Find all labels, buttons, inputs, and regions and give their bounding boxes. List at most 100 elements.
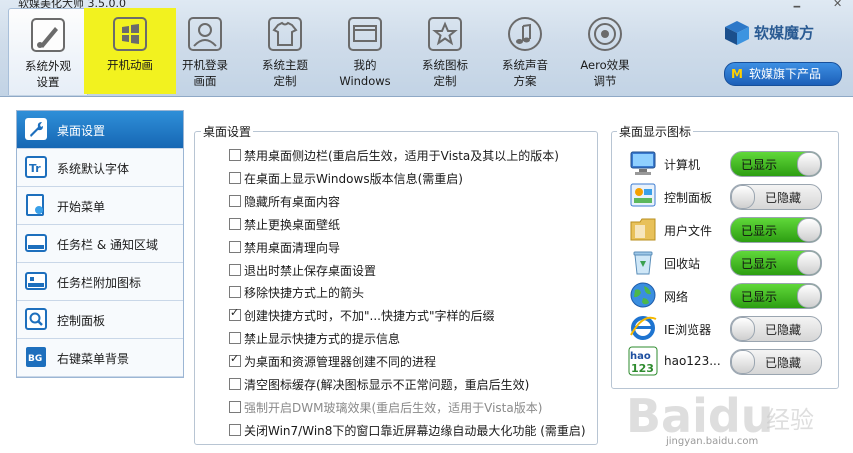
toggle-knob [797, 284, 821, 308]
desktop-icon-name: 网络 [664, 290, 689, 304]
option-checkbox[interactable] [229, 194, 241, 207]
recycle-bin-icon [633, 251, 653, 275]
network-globe-icon [630, 282, 656, 308]
desktop-icon-row: 回收站 已显示 [628, 247, 828, 277]
music-note-icon [508, 17, 542, 51]
option-label: 禁用桌面侧边栏(重启后生效，适用于Vista及其以上的版本) [244, 149, 559, 163]
tool-my-windows[interactable]: 我的 Windows [326, 8, 404, 94]
toggle-label: 已隐藏 [765, 323, 802, 337]
svg-text:经验: 经验 [766, 406, 814, 434]
nav-label: 开始菜单 [57, 200, 106, 214]
option-checkbox[interactable] [229, 378, 241, 390]
magnifier-icon [25, 308, 47, 330]
toggle-knob [797, 251, 821, 275]
bg-icon: BG [26, 347, 46, 367]
option-checkbox[interactable] [229, 286, 241, 299]
desktop-icon-name: 回收站 [664, 257, 701, 271]
star-icon [428, 17, 462, 51]
tool-system-appearance[interactable]: 系统外观 设置 [8, 8, 88, 95]
toggle-label: 已显示 [741, 257, 778, 271]
desktop-icon-name: IE浏览器 [664, 323, 712, 337]
nav-item-context-menu-bg[interactable]: BG 右键菜单背景 [17, 339, 183, 377]
tool-theme[interactable]: 系统主题 定制 [246, 8, 324, 94]
toggle-label: 已隐藏 [765, 191, 802, 205]
nav-item-taskbar-notify[interactable]: 任务栏 & 通知区域 [17, 225, 183, 263]
tool-sound-scheme[interactable]: 系统声音 方案 [486, 8, 564, 94]
desktop-icon-row: 用户文件 已显示 [628, 214, 828, 244]
nav-label: 桌面设置 [57, 124, 106, 138]
brand-logo: 软媒魔方 [724, 18, 844, 48]
tool-aero[interactable]: Aero效果 调节 [566, 8, 644, 94]
folder-icon [630, 218, 656, 241]
toggle-knob [797, 218, 821, 242]
nav-label: 右键菜单背景 [57, 352, 130, 366]
toggle-knob [731, 317, 755, 341]
option-label: 禁止更换桌面壁纸 [244, 217, 341, 232]
option-label: 退出时禁止保存桌面设置 [244, 263, 377, 278]
toggle-label: 已隐藏 [765, 356, 802, 370]
close-button[interactable]: ✕ [833, 0, 842, 10]
nav-item-control-panel[interactable]: 控制面板 [17, 301, 183, 339]
tool-label: 我的 Windows [339, 58, 391, 88]
svg-text:123: 123 [631, 362, 654, 375]
nav-item-desktop-settings[interactable]: 桌面设置 [17, 111, 183, 149]
option-checkbox[interactable] [229, 352, 241, 368]
tool-icon-custom[interactable]: 系统图标 定制 [406, 8, 484, 94]
option-checkbox[interactable] [229, 332, 241, 345]
visibility-toggle[interactable]: 已显示 [730, 250, 822, 276]
tool-login-screen[interactable]: 开机登录 画面 [166, 8, 244, 94]
tool-label: Aero效果 调节 [580, 58, 630, 88]
tshirt-icon [268, 17, 302, 51]
tool-label: 系统外观 设置 [25, 59, 71, 89]
nav-item-start-menu[interactable]: 开始菜单 [17, 187, 183, 225]
cube-icon [725, 21, 749, 45]
tool-boot-animation[interactable]: 开机动画 [84, 8, 176, 94]
nav-item-taskbar-icons[interactable]: 任务栏附加图标 [17, 263, 183, 301]
option-checkbox[interactable] [229, 263, 241, 276]
desktop-icon-name: 用户文件 [664, 224, 713, 238]
wrench-icon [25, 118, 47, 140]
option-checkbox[interactable] [229, 306, 241, 322]
desktop-icon-row: 控制面板 已隐藏 [628, 181, 828, 211]
nav-label: 系统默认字体 [57, 162, 130, 176]
minimize-button[interactable]: 🗕 [793, 0, 801, 16]
option-checkbox[interactable] [229, 423, 241, 436]
option-label: 禁用桌面清理向导 [244, 240, 341, 255]
windows-logo-icon [113, 17, 147, 51]
visibility-toggle[interactable]: 已显示 [730, 283, 822, 309]
group-title: 桌面显示图标 [617, 123, 694, 140]
visibility-toggle[interactable]: 已显示 [730, 217, 822, 243]
settings-nav: 桌面设置 Tr 系统默认字体 开始菜单 任务栏 & 通知区域 任务栏附加图标 控… [16, 110, 184, 378]
nav-label: 任务栏附加图标 [57, 276, 142, 290]
option-checkbox[interactable] [229, 171, 241, 184]
taskbar-icon [25, 234, 47, 252]
visibility-toggle[interactable]: 已隐藏 [730, 184, 822, 210]
nav-item-default-font[interactable]: Tr 系统默认字体 [17, 149, 183, 187]
option-label: 创建快捷方式时，不加"...快捷方式"字样的后缀 [244, 309, 495, 324]
desktop-icon-row: 网络 已显示 [628, 280, 828, 310]
option-label: 关闭Win7/Win8下的窗口靠近屏幕边缘自动最大化功能 (需重启) [244, 423, 586, 438]
toggle-label: 已显示 [741, 224, 778, 238]
option-checkbox[interactable] [229, 149, 241, 161]
option-label: 移除快捷方式上的箭头 [244, 286, 365, 301]
control-panel-icon [630, 183, 656, 207]
toggle-label: 已显示 [741, 158, 778, 172]
brush-icon [31, 18, 65, 52]
tool-label: 系统图标 定制 [422, 58, 468, 88]
option-checkbox[interactable] [229, 217, 241, 230]
svg-text:BG: BG [28, 354, 42, 364]
option-label: 清空图标缓存(解决图标显示不正常问题，重启后生效) [244, 378, 530, 392]
products-button[interactable]: M 软媒旗下产品 [724, 62, 842, 86]
visibility-toggle[interactable]: 已显示 [730, 151, 822, 177]
option-label: 在桌面上显示Windows版本信息(需重启) [244, 171, 463, 186]
visibility-toggle[interactable]: 已隐藏 [730, 349, 822, 375]
nav-label: 任务栏 & 通知区域 [57, 238, 158, 252]
tool-label: 系统主题 定制 [262, 58, 308, 88]
svg-text:Tr: Tr [29, 162, 41, 175]
desktop-icon-name: hao123... [664, 354, 721, 368]
computer-icon [630, 151, 656, 175]
visibility-toggle[interactable]: 已隐藏 [730, 316, 822, 342]
font-icon: Tr [25, 156, 47, 178]
desktop-icon-name: 计算机 [664, 158, 701, 172]
option-checkbox[interactable] [229, 240, 241, 253]
